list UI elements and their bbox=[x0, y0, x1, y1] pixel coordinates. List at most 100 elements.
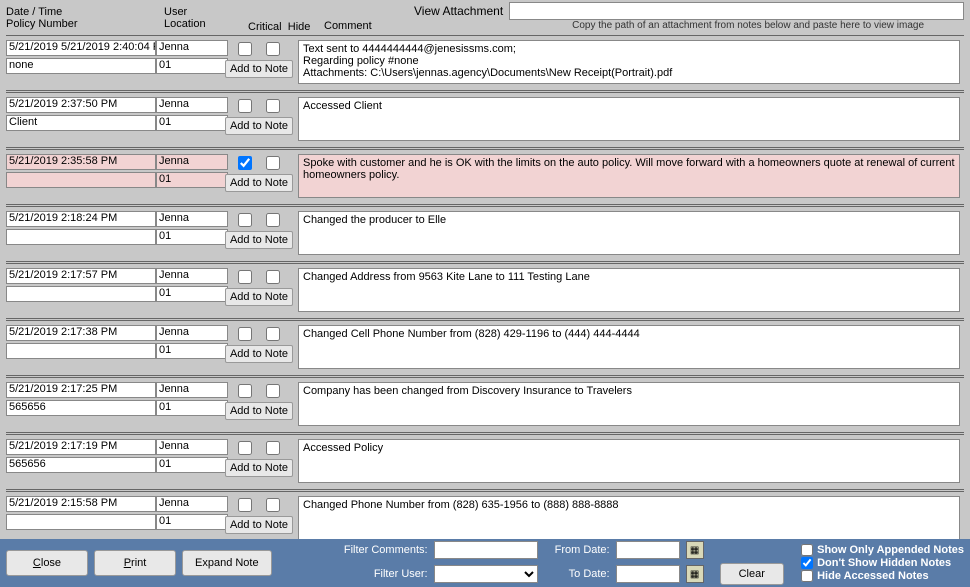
header-hide: Hide bbox=[288, 21, 311, 33]
show-only-appended-option[interactable]: Show Only Appended Notes bbox=[801, 544, 964, 556]
datetime-field[interactable]: 5/21/2019 2:15:58 PM bbox=[6, 496, 156, 512]
location-field[interactable]: 01 bbox=[156, 58, 228, 74]
user-field[interactable]: Jenna bbox=[156, 325, 228, 341]
policy-field[interactable] bbox=[6, 172, 156, 188]
comment-field[interactable]: Company has been changed from Discovery … bbox=[298, 382, 960, 426]
datetime-field[interactable]: 5/21/2019 2:17:38 PM bbox=[6, 325, 156, 341]
datetime-field[interactable]: 5/21/2019 2:17:19 PM bbox=[6, 439, 156, 455]
location-field[interactable]: 01 bbox=[156, 400, 228, 416]
add-to-note-button[interactable]: Add to Note bbox=[225, 402, 293, 420]
user-field[interactable]: Jenna bbox=[156, 382, 228, 398]
from-date-input[interactable] bbox=[616, 541, 680, 559]
critical-checkbox[interactable] bbox=[238, 384, 252, 398]
note-row: 5/21/2019 2:17:25 PM 565656 Jenna 01 Add… bbox=[6, 377, 964, 433]
location-field[interactable]: 01 bbox=[156, 229, 228, 245]
datetime-field[interactable]: 5/21/2019 5/21/2019 2:40:04 PM bbox=[6, 40, 156, 56]
hide-checkbox[interactable] bbox=[266, 213, 280, 227]
hide-checkbox[interactable] bbox=[266, 156, 280, 170]
filter-user-select[interactable] bbox=[434, 565, 538, 583]
hide-checkbox[interactable] bbox=[266, 327, 280, 341]
policy-field[interactable]: 565656 bbox=[6, 400, 156, 416]
note-row: 5/21/2019 2:17:38 PM Jenna 01 Add to Not… bbox=[6, 320, 964, 376]
datetime-field[interactable]: 5/21/2019 2:17:25 PM bbox=[6, 382, 156, 398]
print-button[interactable]: Print bbox=[94, 550, 176, 576]
hide-checkbox[interactable] bbox=[266, 384, 280, 398]
bottom-toolbar: Close Print Expand Note Filter Comments:… bbox=[0, 539, 970, 587]
user-field[interactable]: Jenna bbox=[156, 40, 228, 56]
critical-checkbox[interactable] bbox=[238, 213, 252, 227]
header-user: User bbox=[164, 6, 236, 18]
datetime-field[interactable]: 5/21/2019 2:37:50 PM bbox=[6, 97, 156, 113]
comment-field[interactable]: Accessed Client bbox=[298, 97, 960, 141]
location-field[interactable]: 01 bbox=[156, 115, 228, 131]
critical-checkbox[interactable] bbox=[238, 270, 252, 284]
policy-field[interactable] bbox=[6, 229, 156, 245]
close-button[interactable]: Close bbox=[6, 550, 88, 576]
note-row: 5/21/2019 5/21/2019 2:40:04 PM none Jenn… bbox=[6, 35, 964, 91]
policy-field[interactable] bbox=[6, 514, 156, 530]
view-attachment-input[interactable] bbox=[509, 2, 964, 20]
datetime-field[interactable]: 5/21/2019 2:18:24 PM bbox=[6, 211, 156, 227]
user-field[interactable]: Jenna bbox=[156, 97, 228, 113]
hide-accessed-checkbox[interactable] bbox=[801, 570, 813, 582]
critical-checkbox[interactable] bbox=[238, 498, 252, 512]
expand-note-button[interactable]: Expand Note bbox=[182, 550, 272, 576]
show-only-appended-checkbox[interactable] bbox=[801, 544, 813, 556]
location-field[interactable]: 01 bbox=[156, 457, 228, 473]
user-field[interactable]: Jenna bbox=[156, 496, 228, 512]
hide-checkbox[interactable] bbox=[266, 99, 280, 113]
view-attachment-label: View Attachment bbox=[414, 4, 503, 18]
comment-field[interactable]: Changed Address from 9563 Kite Lane to 1… bbox=[298, 268, 960, 312]
comment-field[interactable]: Changed Phone Number from (828) 635-1956… bbox=[298, 496, 960, 540]
location-field[interactable]: 01 bbox=[156, 343, 228, 359]
critical-checkbox[interactable] bbox=[238, 327, 252, 341]
notes-list: 5/21/2019 5/21/2019 2:40:04 PM none Jenn… bbox=[0, 35, 970, 551]
comment-field[interactable]: Changed Cell Phone Number from (828) 429… bbox=[298, 325, 960, 369]
location-field[interactable]: 01 bbox=[156, 286, 228, 302]
note-row: 5/21/2019 2:37:50 PM Client Jenna 01 Add… bbox=[6, 92, 964, 148]
comment-field[interactable]: Changed the producer to Elle bbox=[298, 211, 960, 255]
critical-checkbox[interactable] bbox=[238, 99, 252, 113]
add-to-note-button[interactable]: Add to Note bbox=[225, 60, 293, 78]
hide-checkbox[interactable] bbox=[266, 441, 280, 455]
policy-field[interactable] bbox=[6, 343, 156, 359]
critical-checkbox[interactable] bbox=[238, 441, 252, 455]
policy-field[interactable] bbox=[6, 286, 156, 302]
from-date-calendar-button[interactable]: ▦ bbox=[686, 541, 704, 559]
add-to-note-button[interactable]: Add to Note bbox=[225, 516, 293, 534]
location-field[interactable]: 01 bbox=[156, 172, 228, 188]
critical-checkbox[interactable] bbox=[238, 42, 252, 56]
user-field[interactable]: Jenna bbox=[156, 211, 228, 227]
dont-show-hidden-option[interactable]: Don't Show Hidden Notes bbox=[801, 557, 964, 569]
policy-field[interactable]: Client bbox=[6, 115, 156, 131]
policy-field[interactable]: none bbox=[6, 58, 156, 74]
comment-field[interactable]: Accessed Policy bbox=[298, 439, 960, 483]
user-field[interactable]: Jenna bbox=[156, 154, 228, 170]
location-field[interactable]: 01 bbox=[156, 514, 228, 530]
attachment-help-text: Copy the path of an attachment from note… bbox=[372, 20, 964, 33]
add-to-note-button[interactable]: Add to Note bbox=[225, 288, 293, 306]
hide-accessed-option[interactable]: Hide Accessed Notes bbox=[801, 570, 964, 582]
add-to-note-button[interactable]: Add to Note bbox=[225, 174, 293, 192]
policy-field[interactable]: 565656 bbox=[6, 457, 156, 473]
user-field[interactable]: Jenna bbox=[156, 268, 228, 284]
comment-field[interactable]: Spoke with customer and he is OK with th… bbox=[298, 154, 960, 198]
datetime-field[interactable]: 5/21/2019 2:17:57 PM bbox=[6, 268, 156, 284]
to-date-input[interactable] bbox=[616, 565, 680, 583]
add-to-note-button[interactable]: Add to Note bbox=[225, 117, 293, 135]
filter-comments-input[interactable] bbox=[434, 541, 538, 559]
datetime-field[interactable]: 5/21/2019 2:35:58 PM bbox=[6, 154, 156, 170]
comment-field[interactable]: Text sent to 4444444444@jenesissms.com;R… bbox=[298, 40, 960, 84]
to-date-calendar-button[interactable]: ▦ bbox=[686, 565, 704, 583]
clear-button[interactable]: Clear bbox=[720, 563, 784, 585]
critical-checkbox[interactable] bbox=[238, 156, 252, 170]
user-field[interactable]: Jenna bbox=[156, 439, 228, 455]
hide-checkbox[interactable] bbox=[266, 498, 280, 512]
note-row: 5/21/2019 2:18:24 PM Jenna 01 Add to Not… bbox=[6, 206, 964, 262]
hide-checkbox[interactable] bbox=[266, 42, 280, 56]
hide-checkbox[interactable] bbox=[266, 270, 280, 284]
add-to-note-button[interactable]: Add to Note bbox=[225, 345, 293, 363]
add-to-note-button[interactable]: Add to Note bbox=[225, 231, 293, 249]
dont-show-hidden-checkbox[interactable] bbox=[801, 557, 813, 569]
add-to-note-button[interactable]: Add to Note bbox=[225, 459, 293, 477]
